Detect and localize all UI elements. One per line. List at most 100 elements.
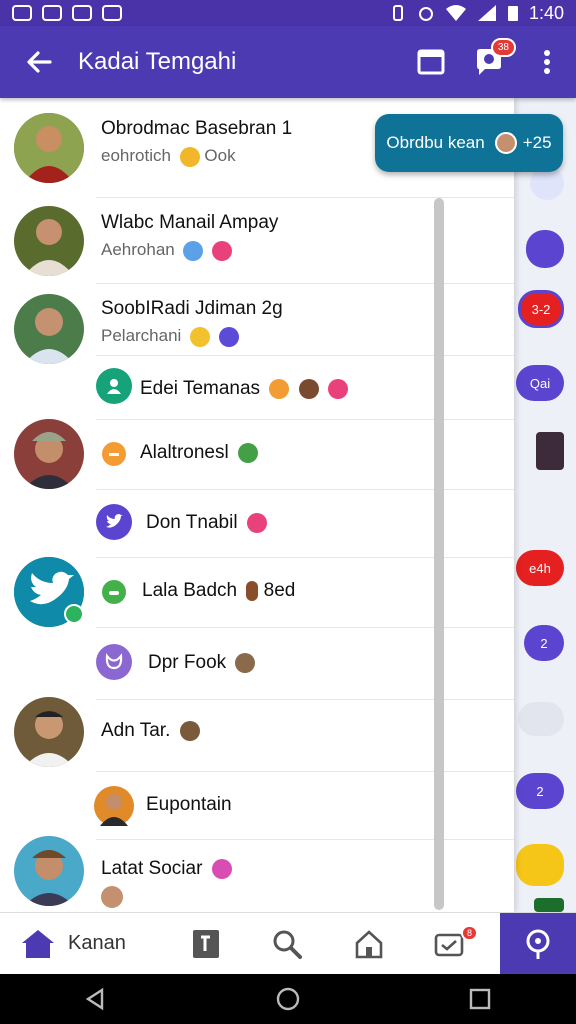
- window-icon: [417, 49, 445, 75]
- strip-badge: 2: [516, 773, 564, 809]
- strip-badge: 2: [524, 625, 564, 661]
- vibrate-icon: [392, 5, 403, 21]
- contact-name-text: Edei Temanas: [140, 378, 261, 399]
- alarm-icon: [418, 7, 433, 21]
- signal-icon: [477, 5, 496, 21]
- emoji-icon: [218, 326, 239, 347]
- contact-subtitle-text: eohrotich: [101, 146, 171, 165]
- book-icon: [193, 929, 219, 958]
- group-icon: [96, 368, 132, 404]
- emoji-icon: [238, 442, 258, 463]
- bubble-text: Obrdbu kean: [386, 133, 485, 152]
- contact-name: Latat Sociar: [101, 858, 232, 880]
- bubble-count: +25: [522, 133, 552, 152]
- contact-name: Edei Temanas: [140, 378, 348, 400]
- contact-name: Wlabc Manail Ampay: [101, 212, 279, 233]
- nav-building[interactable]: [332, 913, 406, 975]
- avatar: [14, 697, 84, 767]
- more-button[interactable]: [518, 26, 576, 98]
- contact-name-text: Latat Sociar: [101, 858, 203, 879]
- strip-badge: e4h: [516, 550, 564, 586]
- emoji-icon: [211, 858, 232, 879]
- strip-thumbnail: [536, 432, 564, 470]
- chat-badge: 38: [490, 38, 516, 57]
- back-nav-icon[interactable]: [84, 987, 108, 1011]
- avatar: [14, 419, 84, 489]
- contact-name: Alaltronesl: [140, 442, 258, 464]
- contact-subtitle-tail: Ook: [204, 146, 236, 165]
- contact-subtitle-text: Pelarchani: [101, 326, 182, 345]
- contact-name: Don Tnabil: [146, 512, 267, 534]
- screen: 1:40 Kadai Temgahi 38 3-2 Qai e4h 2 2 Ob…: [0, 0, 576, 1024]
- window-button[interactable]: [402, 26, 460, 98]
- notification-bubble[interactable]: Obrdbu kean +25: [375, 114, 563, 172]
- contact-name-text: Lala Badch: [142, 580, 238, 601]
- avatar: [14, 113, 84, 183]
- contact-subtitle-text: Aehrohan: [101, 240, 175, 259]
- home-icon: [22, 929, 54, 958]
- bubble-avatar-icon: [494, 132, 517, 154]
- bottom-nav: Kanan 8: [0, 912, 576, 975]
- emoji-icon: [246, 512, 267, 533]
- clock: 1:40: [528, 2, 564, 23]
- purple-sticker-icon: [96, 644, 132, 680]
- mini-avatar: [101, 886, 123, 908]
- contact-name: Eupontain: [146, 794, 232, 815]
- contact-name: Obrodmac Basebran 1: [101, 118, 293, 139]
- wifi-icon: [445, 5, 466, 21]
- nav-inbox[interactable]: 8: [406, 913, 492, 975]
- avatar: [14, 836, 84, 906]
- chat-button[interactable]: 38: [460, 26, 518, 98]
- strip-badge: Qai: [516, 365, 564, 401]
- contact-name: Adn Tar.: [101, 720, 200, 742]
- scrollbar[interactable]: [434, 198, 444, 910]
- search-icon: [273, 930, 302, 959]
- avatar: [14, 294, 84, 364]
- nav-home-label: Kanan: [68, 932, 126, 954]
- inbox-icon: [434, 933, 464, 956]
- nav-location[interactable]: [500, 913, 576, 975]
- nav-home[interactable]: Kanan: [0, 913, 170, 975]
- emoji-icon: [179, 720, 200, 741]
- strip-sticker: [516, 844, 564, 886]
- nav-search[interactable]: [242, 913, 332, 975]
- back-button[interactable]: [0, 26, 78, 98]
- contact-name-text: Adn Tar.: [101, 720, 171, 741]
- status-bar: 1:40: [0, 0, 576, 26]
- contact-subtitle: Aehrohan: [101, 240, 233, 261]
- house-icon: [355, 929, 383, 958]
- location-icon: [526, 929, 550, 959]
- contact-name: Dpr Fook: [148, 652, 256, 674]
- emoji-icon: [212, 240, 233, 261]
- emoji-icon: [190, 326, 211, 347]
- twitter-icon: [96, 504, 132, 540]
- contact-name: SoobIRadi Jdiman 2g: [101, 298, 283, 319]
- more-vert-icon: [544, 50, 550, 74]
- emoji-icon: [235, 652, 256, 673]
- nav-book[interactable]: [170, 913, 242, 975]
- avatar: [14, 206, 84, 276]
- orange-dot-icon: [96, 436, 132, 472]
- emoji-icon: [183, 240, 204, 261]
- battery-icon: [507, 6, 518, 21]
- arrow-back-icon: [27, 51, 52, 73]
- contact-name: Lala Badch 8ed: [142, 580, 295, 602]
- emoji-icon: [327, 378, 348, 399]
- page-title: Kadai Temgahi: [78, 48, 237, 75]
- contact-name-text: Don Tnabil: [146, 512, 238, 533]
- emoji-icon: [246, 580, 259, 601]
- contact-name-text: Alaltronesl: [140, 442, 229, 463]
- system-nav-bar: [0, 974, 576, 1024]
- recents-nav-icon[interactable]: [468, 987, 492, 1011]
- home-nav-icon[interactable]: [275, 986, 301, 1012]
- notification-icon: [102, 5, 122, 21]
- online-badge: [64, 604, 84, 624]
- contact-name-tail: 8ed: [263, 580, 296, 601]
- strip-badge: 3-2: [518, 290, 564, 328]
- emoji-icon: [269, 378, 290, 399]
- strip-thumbnail: [534, 898, 564, 912]
- contact-subtitle: eohrotich Ook: [101, 146, 236, 167]
- avatar-small: [94, 786, 134, 826]
- contact-name-text: Dpr Fook: [148, 652, 227, 673]
- inbox-badge: 8: [460, 924, 478, 941]
